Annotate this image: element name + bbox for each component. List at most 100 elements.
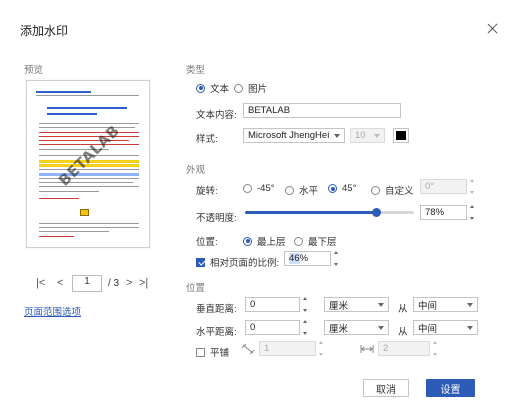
tile-checkbox-row[interactable]: 平铺 <box>196 345 229 359</box>
preview-doc-title <box>47 107 127 109</box>
preview-text-line <box>39 186 139 188</box>
horizontal-unit-select[interactable]: 厘米 <box>324 320 389 335</box>
layer-top-radio[interactable]: 最上层 <box>243 234 286 248</box>
type-text-radio[interactable]: 文本 <box>196 81 229 95</box>
dialog-title: 添加水印 <box>20 24 69 38</box>
chevron-down-icon <box>374 133 380 138</box>
horizontal-distance-stepper[interactable] <box>300 320 309 335</box>
appearance-section-label: 外观 <box>186 165 206 176</box>
type-image-radio[interactable]: 图片 <box>234 81 267 95</box>
vertical-unit-select[interactable]: 厘米 <box>324 297 389 312</box>
rotation-custom-label: 自定义 <box>385 186 414 197</box>
horizontal-from-label: 从 <box>398 327 408 338</box>
text-content-label: 文本内容: <box>196 110 237 121</box>
opacity-slider[interactable] <box>245 207 414 217</box>
custom-angle-input[interactable]: 0° <box>420 179 467 194</box>
chevron-down-icon <box>469 217 474 220</box>
tile-column-stepper[interactable] <box>430 341 439 356</box>
rotation-minus45-label: -45° <box>257 183 275 194</box>
chevron-down-icon <box>333 263 338 266</box>
layer-bottom-label: 最下层 <box>308 237 337 248</box>
page-range-link[interactable]: 页面范围选项 <box>24 304 81 318</box>
font-select[interactable]: Microsoft JhengHei <box>243 128 345 143</box>
rotation-horizontal-label: 水平 <box>299 186 319 197</box>
radio-icon <box>243 236 252 246</box>
scale-value-selected: 46 <box>289 253 300 264</box>
vertical-distance-input[interactable]: 0 <box>245 297 300 312</box>
custom-angle-stepper[interactable] <box>467 179 476 194</box>
opacity-stepper[interactable] <box>467 205 476 220</box>
font-select-value: Microsoft JhengHei <box>248 130 330 141</box>
chevron-up-icon <box>432 341 437 344</box>
scale-stepper[interactable] <box>331 251 340 266</box>
radio-icon <box>243 184 252 193</box>
horizontal-distance-label: 水平距离: <box>196 327 237 338</box>
scale-label: 相对页面的比例: <box>210 258 280 269</box>
opacity-slider-thumb[interactable] <box>372 207 382 217</box>
page-total: / 3 <box>108 278 120 289</box>
vertical-from-select[interactable]: 中间 <box>413 297 478 312</box>
scale-value-unit: % <box>299 253 309 264</box>
rotation-label: 旋转: <box>196 186 218 197</box>
prev-page-button[interactable]: < <box>57 277 63 289</box>
preview-red-line <box>39 236 74 238</box>
preview-text-line <box>39 191 99 193</box>
preview-page: BETALAB <box>26 80 150 248</box>
color-swatch <box>396 131 406 140</box>
preview-text-line <box>39 169 139 171</box>
vertical-unit-value: 厘米 <box>329 300 349 312</box>
horizontal-from-value: 中间 <box>418 323 438 335</box>
tile-row-stepper[interactable] <box>316 341 325 356</box>
preview-highlight <box>39 173 139 176</box>
type-image-label: 图片 <box>248 84 268 95</box>
tile-row-input[interactable]: 1 <box>259 341 316 356</box>
chevron-up-icon <box>469 179 474 182</box>
font-size-select[interactable]: 10 <box>350 128 385 143</box>
style-label: 样式: <box>196 134 218 145</box>
column-spacing-icon <box>360 345 374 353</box>
chevron-down-icon <box>302 332 307 335</box>
chevron-up-icon <box>302 320 307 323</box>
preview-red-line <box>39 132 139 134</box>
layer-bottom-radio[interactable]: 最下层 <box>294 234 337 248</box>
rotation-45-radio[interactable]: 45° <box>328 183 356 194</box>
chevron-down-icon <box>378 325 384 330</box>
row-spacing-icon <box>241 343 255 355</box>
opacity-input[interactable]: 78% <box>420 205 467 220</box>
type-section-label: 类型 <box>186 65 206 76</box>
opacity-label: 不透明度: <box>196 213 237 224</box>
ok-button[interactable]: 设置 <box>426 379 475 397</box>
radio-icon <box>285 185 294 195</box>
font-size-value: 10 <box>355 130 366 141</box>
next-page-button[interactable]: > <box>126 277 132 289</box>
radio-icon <box>196 83 205 93</box>
horizontal-from-select[interactable]: 中间 <box>413 320 478 335</box>
radio-icon <box>294 236 303 246</box>
text-content-input[interactable]: BETALAB <box>243 103 401 118</box>
color-picker-button[interactable] <box>393 128 409 143</box>
preview-text-line <box>39 231 109 233</box>
horizontal-distance-input[interactable]: 0 <box>245 320 300 335</box>
last-page-button[interactable]: >| <box>139 277 148 289</box>
rotation-horizontal-radio[interactable]: 水平 <box>285 183 318 197</box>
tile-checkbox[interactable] <box>196 347 205 357</box>
tile-column-input[interactable]: 2 <box>378 341 430 356</box>
chevron-down-icon <box>469 191 474 194</box>
scale-checkbox-row[interactable]: 相对页面的比例: <box>196 255 279 269</box>
page-number-input[interactable]: 1 <box>72 275 102 292</box>
vertical-distance-stepper[interactable] <box>300 297 309 312</box>
scale-input[interactable]: 46% <box>284 251 331 266</box>
first-page-button[interactable]: |< <box>36 277 45 289</box>
cancel-button[interactable]: 取消 <box>363 379 409 397</box>
scale-checkbox[interactable] <box>196 257 205 267</box>
chevron-down-icon <box>318 353 323 356</box>
preview-text-line <box>39 227 139 229</box>
rotation-45-label: 45° <box>342 183 357 194</box>
radio-icon <box>371 185 380 195</box>
position-section-label: 位置 <box>186 283 206 294</box>
rotation-minus45-radio[interactable]: -45° <box>243 183 275 194</box>
preview-stamp <box>80 209 89 216</box>
rotation-custom-radio[interactable]: 自定义 <box>371 183 414 197</box>
close-icon[interactable] <box>487 23 499 35</box>
preview-text-line <box>39 182 133 184</box>
